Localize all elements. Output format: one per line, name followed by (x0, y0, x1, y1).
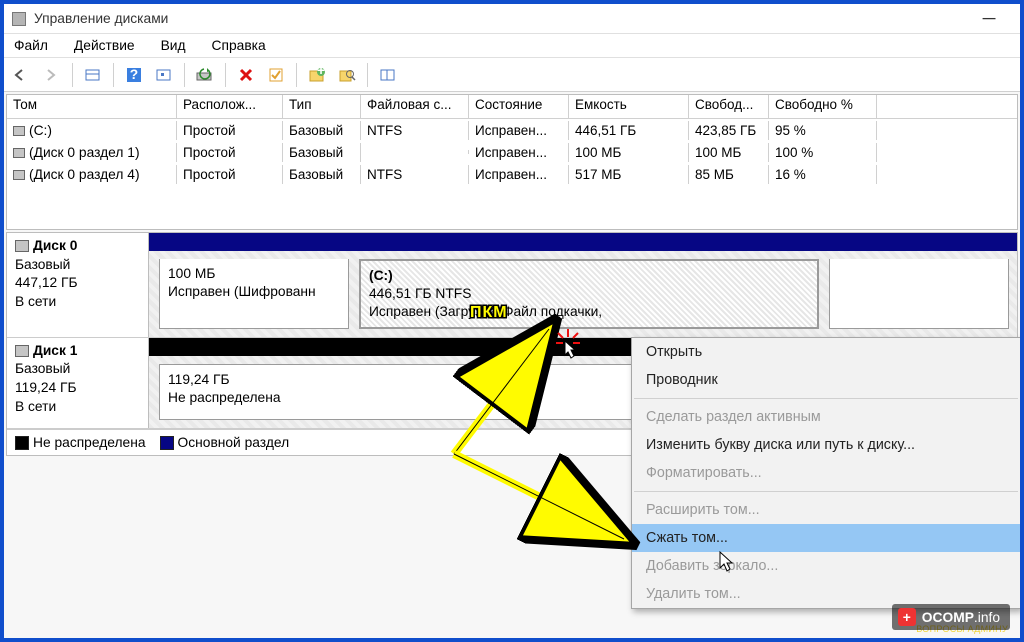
disk-icon (15, 240, 29, 252)
ctx-add-mirror: Добавить зеркало... (632, 552, 1020, 580)
list-icon[interactable] (79, 62, 107, 88)
ctx-extend-volume: Расширить том... (632, 496, 1020, 524)
volume-row[interactable]: (Диск 0 раздел 4) Простой Базовый NTFS И… (7, 163, 1017, 185)
col-type[interactable]: Тип (283, 95, 361, 118)
new-folder-icon[interactable]: + (303, 62, 331, 88)
volume-icon (13, 170, 25, 180)
ctx-format: Форматировать... (632, 459, 1020, 487)
volume-icon (13, 126, 25, 136)
partition-strip (149, 233, 1017, 251)
app-icon (12, 12, 26, 26)
menu-bar: Файл Действие Вид Справка (4, 34, 1020, 58)
menu-help[interactable]: Справка (208, 36, 270, 55)
partition-block[interactable]: 100 МБ Исправен (Шифрованн (159, 259, 349, 329)
ctx-shrink-volume[interactable]: Сжать том... (632, 524, 1020, 552)
ctx-explorer[interactable]: Проводник (632, 366, 1020, 394)
ctx-make-active: Сделать раздел активным (632, 403, 1020, 431)
cursor-icon (554, 329, 582, 364)
delete-icon[interactable] (232, 62, 260, 88)
col-free[interactable]: Свобод... (689, 95, 769, 118)
view-mode-icon[interactable] (374, 62, 402, 88)
menu-file[interactable]: Файл (10, 36, 52, 55)
refresh-icon[interactable] (191, 62, 219, 88)
col-filesystem[interactable]: Файловая с... (361, 95, 469, 118)
volume-name: (Диск 0 раздел 4) (29, 167, 140, 182)
col-free-pct[interactable]: Свободно % (769, 95, 877, 118)
volume-icon (13, 148, 25, 158)
col-volume[interactable]: Том (7, 95, 177, 118)
col-capacity[interactable]: Емкость (569, 95, 689, 118)
toolbar: ? + (4, 58, 1020, 92)
svg-text:?: ? (130, 67, 138, 82)
annotation-pkm-label: ПКМ (470, 304, 508, 322)
ctx-change-letter[interactable]: Изменить букву диска или путь к диску... (632, 431, 1020, 459)
menu-view[interactable]: Вид (157, 36, 190, 55)
search-icon[interactable] (333, 62, 361, 88)
checkbox-icon[interactable] (262, 62, 290, 88)
disk-info[interactable]: Диск 1 Базовый 119,24 ГБ В сети (7, 338, 149, 428)
volume-row[interactable]: (C:) Простой Базовый NTFS Исправен... 44… (7, 119, 1017, 141)
partition-block-c[interactable]: (C:) 446,51 ГБ NTFS Исправен (Загрузка, … (359, 259, 819, 329)
menu-action[interactable]: Действие (70, 36, 139, 55)
volume-row[interactable]: (Диск 0 раздел 1) Простой Базовый Исправ… (7, 141, 1017, 163)
partition-block[interactable] (829, 259, 1009, 329)
disk-icon (15, 345, 29, 357)
window-title: Управление дисками (34, 11, 966, 26)
col-layout[interactable]: Располож... (177, 95, 283, 118)
volume-name: (C:) (29, 123, 52, 138)
context-menu: Открыть Проводник Сделать раздел активны… (631, 337, 1021, 609)
col-status[interactable]: Состояние (469, 95, 569, 118)
disk-info[interactable]: Диск 0 Базовый 447,12 ГБ В сети (7, 233, 149, 337)
svg-text:+: + (317, 67, 325, 78)
forward-icon[interactable] (38, 62, 66, 88)
legend-swatch-unallocated (15, 436, 29, 450)
back-icon[interactable] (8, 62, 36, 88)
disk-row-0: Диск 0 Базовый 447,12 ГБ В сети 100 МБ И… (7, 233, 1017, 338)
volume-list: Том Располож... Тип Файловая с... Состоя… (6, 94, 1018, 230)
watermark: + OCOMP.info (892, 604, 1010, 630)
ctx-open[interactable]: Открыть (632, 338, 1020, 366)
watermark-plus-icon: + (898, 608, 916, 626)
minimize-button[interactable]: ─ (966, 4, 1012, 33)
title-bar: Управление дисками ─ (4, 4, 1020, 34)
legend-swatch-primary (160, 436, 174, 450)
cursor-icon (718, 550, 736, 575)
volume-list-header: Том Располож... Тип Файловая с... Состоя… (7, 95, 1017, 119)
help-icon[interactable]: ? (120, 62, 148, 88)
volume-name: (Диск 0 раздел 1) (29, 145, 140, 160)
properties-icon[interactable] (150, 62, 178, 88)
